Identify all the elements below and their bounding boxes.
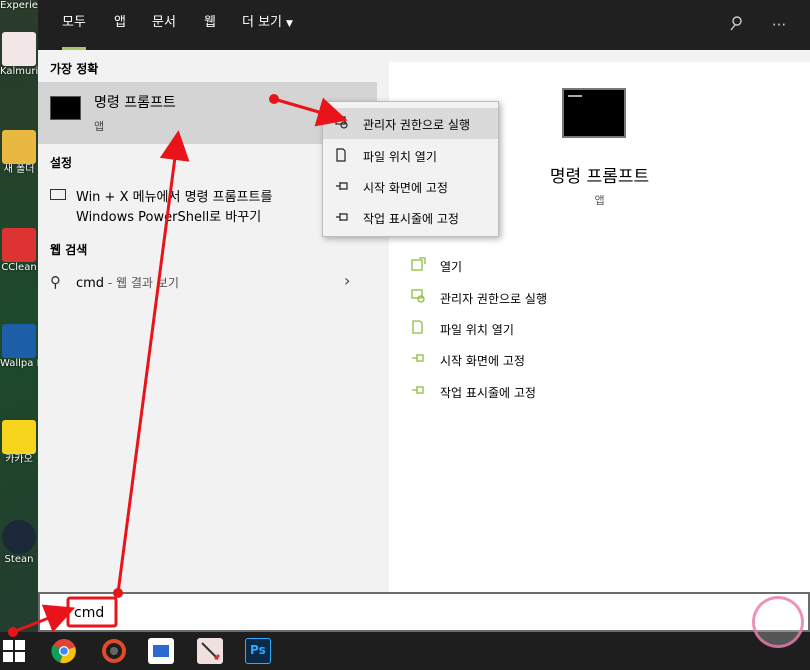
chrome-icon <box>51 639 76 664</box>
command-prompt-icon <box>50 96 81 120</box>
web-search-result[interactable]: cmd - 웹 결과 보기 <box>76 274 179 291</box>
start-button[interactable] <box>3 640 25 662</box>
desktop-icon-label: 새 폴더 <box>3 164 35 175</box>
folder-icon <box>411 320 427 336</box>
action-label: 관리자 권한으로 실행 <box>440 292 547 306</box>
action-label: 파일 위치 열기 <box>440 323 514 337</box>
folder-icon <box>2 130 36 164</box>
search-panel: 모두 앱 문서 웹 더 보기 ▼ ··· 가장 정확 명령 프롬프트 앱 설정 W… <box>38 0 810 632</box>
pin-icon <box>411 383 427 399</box>
result-title: 명령 프롬프트 <box>94 95 176 111</box>
tab-web[interactable]: 웹 <box>204 0 216 50</box>
section-title-web-search: 웹 검색 <box>50 243 88 257</box>
tab-apps[interactable]: 앱 <box>114 0 126 50</box>
context-label: 시작 화면에 고정 <box>363 181 448 195</box>
desktop-icon-steam[interactable]: Stean <box>0 520 38 566</box>
desktop-icon-label: Kalmuri <box>0 66 38 77</box>
tab-more[interactable]: 더 보기 ▼ <box>242 0 293 50</box>
pin-icon <box>335 179 351 196</box>
windows-logo-icon <box>3 640 13 650</box>
search-box[interactable] <box>38 592 810 632</box>
feedback-icon[interactable] <box>726 14 748 36</box>
windows-logo-icon <box>15 640 25 650</box>
search-icon: ⚲ <box>50 273 61 291</box>
monitor-icon <box>50 189 66 200</box>
kalmuri-icon <box>2 32 36 66</box>
web-query-suffix: - 웹 결과 보기 <box>104 276 179 290</box>
section-title-best-match: 가장 정확 <box>50 62 99 76</box>
context-menu: 관리자 권한으로 실행 파일 위치 열기 시작 화면에 고정 작업 표시줄에 고… <box>322 101 499 237</box>
app-icon <box>102 639 126 663</box>
ccleaner-icon <box>2 228 36 262</box>
desktop-icon-kalmuri[interactable]: Kalmuri <box>0 32 38 78</box>
kakaotalk-icon <box>2 420 36 454</box>
context-open-file-location[interactable]: 파일 위치 열기 <box>323 140 498 171</box>
windows-logo-icon <box>15 652 25 662</box>
context-run-as-admin[interactable]: 관리자 권한으로 실행 <box>323 108 498 139</box>
result-type: 앱 <box>94 120 105 133</box>
pin-icon <box>335 210 351 227</box>
settings-result-line2[interactable]: Windows PowerShell로 바꾸기 <box>76 206 261 225</box>
settings-result-line1[interactable]: Win + X 메뉴에서 명령 프롬프트를 <box>76 186 272 205</box>
kalmuri-icon <box>201 642 221 661</box>
desktop-icon-label: Stean <box>4 554 34 565</box>
context-pin-to-start[interactable]: 시작 화면에 고정 <box>323 171 498 202</box>
chevron-right-icon[interactable]: › <box>344 271 350 290</box>
taskbar-app-3[interactable] <box>148 638 174 664</box>
assistant-orb-icon[interactable] <box>752 596 804 648</box>
action-label: 열기 <box>440 260 463 274</box>
web-query-text: cmd <box>76 276 105 291</box>
context-label: 작업 표시줄에 고정 <box>363 212 459 226</box>
desktop-icon-new-folder[interactable]: 새 폴더 <box>0 130 38 176</box>
photoshop-icon-label: Ps <box>250 643 266 657</box>
open-icon <box>411 257 427 273</box>
more-options-icon[interactable]: ··· <box>768 14 790 36</box>
desktop-icon-wallpaper-engine[interactable]: Wallpa Engin <box>0 324 38 370</box>
context-label: 관리자 권한으로 실행 <box>363 118 470 132</box>
steam-icon <box>2 520 36 554</box>
action-label: 작업 표시줄에 고정 <box>440 386 536 400</box>
tab-all[interactable]: 모두 <box>62 0 86 50</box>
taskbar-app-2[interactable] <box>101 638 127 664</box>
desktop-icon-ccleaner[interactable]: CClean <box>0 228 38 274</box>
search-tabs-bar: 모두 앱 문서 웹 더 보기 ▼ ··· <box>38 0 810 50</box>
section-title-settings: 설정 <box>50 156 73 170</box>
pin-icon <box>411 351 427 367</box>
taskbar-kalmuri[interactable] <box>197 638 223 664</box>
command-prompt-icon <box>562 88 626 138</box>
chevron-down-icon: ▼ <box>286 19 293 29</box>
wallpaper-engine-icon <box>2 324 36 358</box>
desktop-icon-label: Experie <box>0 0 38 11</box>
search-input[interactable] <box>74 602 574 624</box>
taskbar: Ps <box>0 596 810 670</box>
desktop-icon-label: 카카오 <box>5 454 33 465</box>
shield-icon <box>411 289 427 305</box>
desktop-icon-kakaotalk[interactable]: 카카오 <box>0 420 38 466</box>
context-label: 파일 위치 열기 <box>363 150 437 164</box>
windows-logo-icon <box>3 652 13 662</box>
tab-more-label: 더 보기 <box>242 15 283 30</box>
action-label: 시작 화면에 고정 <box>440 354 525 368</box>
app-icon <box>153 645 169 657</box>
folder-icon <box>335 148 351 165</box>
tab-documents[interactable]: 문서 <box>152 0 176 50</box>
desktop-icon-experience[interactable]: Experie <box>0 0 38 12</box>
context-pin-to-taskbar[interactable]: 작업 표시줄에 고정 <box>323 202 498 233</box>
desktop-icon-label: Wallpa Engin <box>0 358 38 369</box>
taskbar-photoshop[interactable]: Ps <box>245 638 271 664</box>
taskbar-chrome[interactable] <box>51 638 77 664</box>
desktop-icon-label: CClean <box>1 262 37 273</box>
shield-icon <box>335 116 351 133</box>
